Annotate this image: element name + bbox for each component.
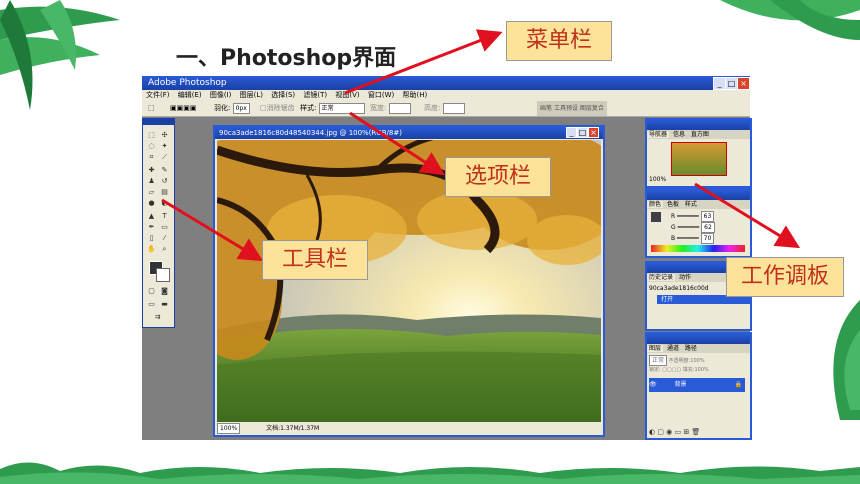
callout-optionsbar: 选项栏: [445, 157, 551, 197]
callout-toolbox: 工具栏: [262, 240, 368, 280]
annotation-arrows: [161, 29, 801, 262]
arrow-menubar: [344, 29, 503, 95]
arrow-toolbox: [161, 198, 264, 262]
callout-panels: 工作调板: [726, 257, 844, 297]
arrow-optionsbar: [349, 111, 446, 176]
callout-menubar: 菜单栏: [506, 21, 612, 61]
arrow-panels: [694, 182, 801, 249]
